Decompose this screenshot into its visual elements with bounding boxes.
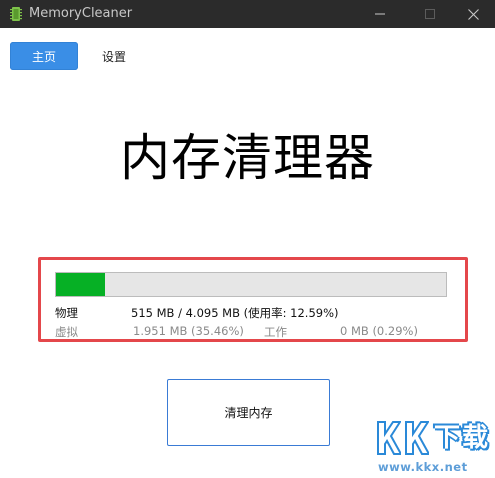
minimize-button[interactable] <box>357 0 403 28</box>
maximize-icon <box>425 9 435 19</box>
working-set-label: 工作 <box>264 325 287 339</box>
physical-memory-value: 515 MB / 4.095 MB (使用率: 12.59%) <box>131 306 339 320</box>
physical-memory-label: 物理 <box>55 306 78 320</box>
working-set-value: 0 MB (0.29%) <box>340 324 418 338</box>
watermark-logo: 下载 www.kkx.net <box>372 420 494 476</box>
close-button[interactable] <box>450 0 495 28</box>
minimize-icon <box>375 13 385 15</box>
watermark-url: www.kkx.net <box>378 460 468 474</box>
memory-progress-fill <box>56 273 106 296</box>
maximize-button[interactable] <box>407 0 453 28</box>
watermark-text: 下载 <box>434 423 491 453</box>
close-icon <box>467 8 479 20</box>
virtual-memory-value: 1.951 MB (35.46%) <box>133 324 244 338</box>
title-bar: MemoryCleaner <box>0 0 495 28</box>
tab-home[interactable]: 主页 <box>10 42 78 70</box>
memory-progress-bar <box>55 272 447 297</box>
window-title: MemoryCleaner <box>29 6 133 21</box>
memory-chip-icon <box>10 7 22 21</box>
virtual-memory-label: 虚拟 <box>55 325 78 339</box>
tab-settings[interactable]: 设置 <box>88 42 140 70</box>
clean-memory-button[interactable]: 清理内存 <box>167 379 330 446</box>
page-title: 内存清理器 <box>120 129 375 187</box>
watermark-k-glyph <box>377 421 401 455</box>
watermark-k-glyph <box>405 421 429 455</box>
